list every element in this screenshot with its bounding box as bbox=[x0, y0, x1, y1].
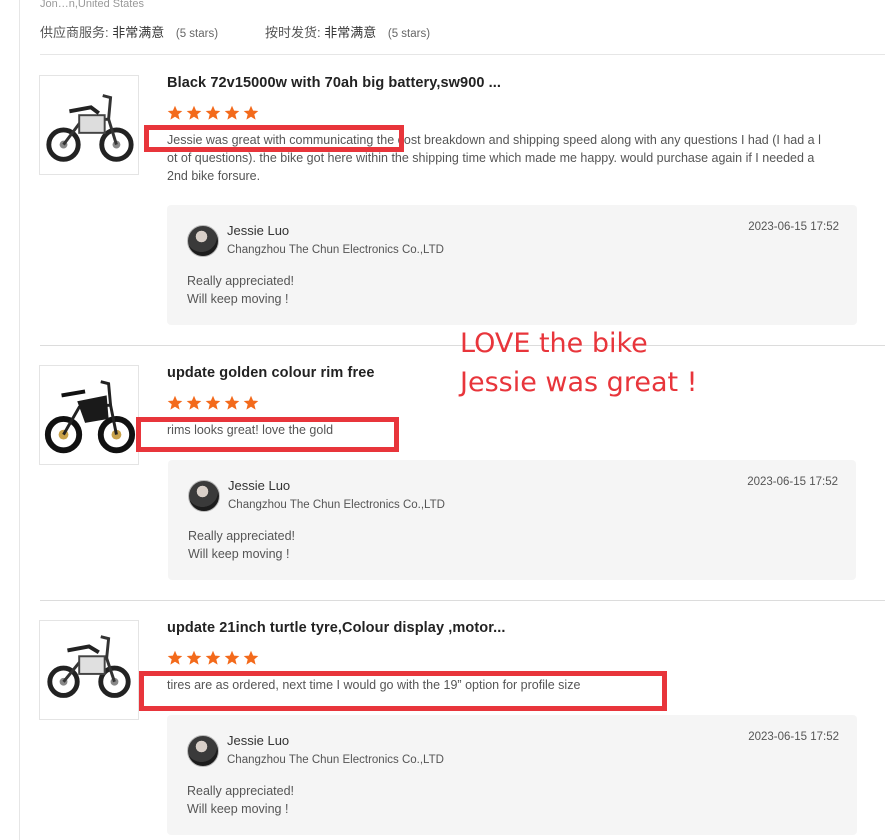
star-icon bbox=[224, 395, 240, 411]
avatar bbox=[187, 735, 219, 767]
seller-reply: Jessie Luo Changzhou The Chun Electronic… bbox=[168, 460, 856, 580]
star-icon bbox=[205, 395, 221, 411]
star-icon bbox=[167, 395, 183, 411]
reply-author-name: Jessie Luo bbox=[227, 223, 290, 238]
highlight-box bbox=[136, 417, 399, 452]
star-icon bbox=[186, 105, 202, 121]
ontime-label: 按时发货: bbox=[265, 25, 321, 40]
annotation-line: LOVE the bike bbox=[460, 328, 648, 359]
reply-line: Will keep moving ! bbox=[187, 802, 289, 816]
supplier-service-stars: (5 stars) bbox=[175, 28, 219, 40]
ontime-value: 非常满意 bbox=[324, 25, 377, 40]
reply-date: 2023-06-15 17:52 bbox=[748, 731, 839, 743]
reply-author-name: Jessie Luo bbox=[227, 733, 290, 748]
reply-line: Really appreciated! bbox=[187, 784, 295, 798]
seller-reply: Jessie Luo Changzhou The Chun Electronic… bbox=[167, 715, 857, 835]
reply-date: 2023-06-15 17:52 bbox=[747, 476, 838, 488]
product-thumbnail[interactable] bbox=[39, 365, 139, 465]
reply-company: Changzhou The Chun Electronics Co.,LTD bbox=[227, 244, 444, 256]
star-rating bbox=[167, 105, 259, 121]
feedback-header: Jon…n,United States 供应商服务: 非常满意 (5 stars… bbox=[40, 0, 885, 55]
star-icon bbox=[243, 105, 259, 121]
annotation-line: Jessie was great ! bbox=[460, 367, 698, 398]
reply-line: Really appreciated! bbox=[188, 529, 296, 543]
star-rating bbox=[167, 395, 259, 411]
product-title-link[interactable]: Black 72v15000w with 70ah big battery,sw… bbox=[167, 75, 501, 91]
supplier-service-label: 供应商服务: bbox=[40, 25, 109, 40]
reply-message: Really appreciated! Will keep moving ! bbox=[187, 782, 294, 818]
star-icon bbox=[243, 395, 259, 411]
reply-message: Really appreciated! Will keep moving ! bbox=[188, 527, 295, 563]
reply-line: Will keep moving ! bbox=[187, 292, 289, 306]
star-icon bbox=[186, 395, 202, 411]
seller-reply: Jessie Luo Changzhou The Chun Electronic… bbox=[167, 205, 857, 325]
product-title-link[interactable]: update golden colour rim free bbox=[167, 365, 375, 381]
ebike-image-icon bbox=[44, 380, 136, 454]
avatar bbox=[188, 480, 220, 512]
ontime-rating: 按时发货: 非常满意 (5 stars) bbox=[265, 22, 430, 41]
star-icon bbox=[224, 650, 240, 666]
highlight-box bbox=[144, 125, 404, 152]
star-icon bbox=[167, 650, 183, 666]
star-icon bbox=[243, 650, 259, 666]
star-icon bbox=[167, 105, 183, 121]
product-title-link[interactable]: update 21inch turtle tyre,Colour display… bbox=[167, 620, 506, 636]
star-icon bbox=[205, 105, 221, 121]
buyer-location: Jon…n,United States bbox=[40, 0, 144, 10]
reply-company: Changzhou The Chun Electronics Co.,LTD bbox=[227, 754, 444, 766]
supplier-service-rating: 供应商服务: 非常满意 (5 stars) bbox=[40, 22, 218, 41]
supplier-service-value: 非常满意 bbox=[112, 25, 165, 40]
reply-author-name: Jessie Luo bbox=[228, 478, 291, 493]
star-icon bbox=[186, 650, 202, 666]
highlight-box bbox=[139, 671, 667, 711]
reply-message: Really appreciated! Will keep moving ! bbox=[187, 272, 294, 308]
product-thumbnail[interactable] bbox=[39, 620, 139, 720]
review-item: update golden colour rim free rims looks… bbox=[20, 345, 885, 601]
product-thumbnail[interactable] bbox=[39, 75, 139, 175]
review-item: Black 72v15000w with 70ah big battery,sw… bbox=[20, 55, 885, 346]
reply-line: Will keep moving ! bbox=[188, 547, 290, 561]
reply-date: 2023-06-15 17:52 bbox=[748, 221, 839, 233]
annotation-text: LOVE the bike Jessie was great ! bbox=[460, 324, 697, 402]
avatar bbox=[187, 225, 219, 257]
ebike-image-icon bbox=[47, 635, 131, 698]
star-icon bbox=[224, 105, 240, 121]
star-rating bbox=[167, 650, 259, 666]
review-item: update 21inch turtle tyre,Colour display… bbox=[20, 600, 885, 840]
ontime-stars: (5 stars) bbox=[387, 28, 431, 40]
star-icon bbox=[205, 650, 221, 666]
reply-line: Really appreciated! bbox=[187, 274, 295, 288]
reply-company: Changzhou The Chun Electronics Co.,LTD bbox=[228, 499, 445, 511]
ebike-image-icon bbox=[46, 94, 134, 162]
